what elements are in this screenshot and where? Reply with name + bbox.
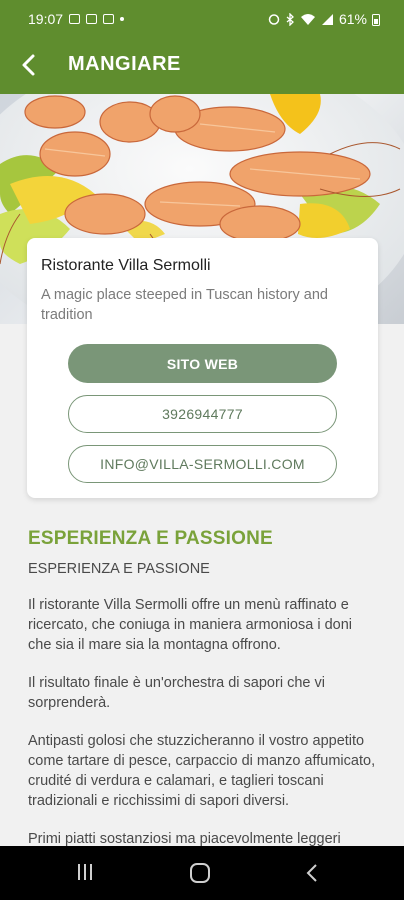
wifi-icon <box>300 14 315 25</box>
alarm-icon <box>268 14 280 25</box>
restaurant-card: Ristorante Villa Sermolli A magic place … <box>27 238 378 498</box>
paragraph: Il ristorante Villa Sermolli offre un me… <box>28 597 353 653</box>
email-button[interactable]: INFO@VILLA-SERMOLLI.COM <box>68 445 337 483</box>
content-section: ESPERIENZA E PASSIONE ESPERIENZA E PASSI… <box>28 528 378 849</box>
paragraph: Antipasti golosi che stuzzicheranno il v… <box>28 733 376 809</box>
monitor-icon <box>86 14 98 24</box>
status-left: 19:07 <box>28 11 125 27</box>
battery-icon <box>372 13 380 26</box>
website-button[interactable]: SITO WEB <box>68 344 337 383</box>
home-icon[interactable] <box>190 863 210 883</box>
signal-icon <box>321 14 333 25</box>
bluetooth-icon <box>286 12 294 26</box>
back-button[interactable] <box>14 50 44 80</box>
status-bar: 19:07 61% <box>0 0 404 38</box>
section-subtitle: ESPERIENZA E PASSIONE <box>28 561 210 577</box>
restaurant-name: Ristorante Villa Sermolli <box>41 257 211 274</box>
page-title: MANGIARE <box>68 53 181 75</box>
arrow-back-icon <box>22 54 35 76</box>
battery-percent: 61% <box>338 11 367 27</box>
app-notification-icon <box>103 14 115 24</box>
gallery-icon <box>69 14 81 24</box>
navigation-bar <box>0 846 404 900</box>
phone-button[interactable]: 3926944777 <box>68 395 337 433</box>
nav-back-icon[interactable] <box>304 862 320 884</box>
section-title: ESPERIENZA E PASSIONE <box>28 528 273 549</box>
restaurant-description: A magic place steeped in Tuscan history … <box>41 287 328 323</box>
paragraph: Il risultato finale è un'orchestra di sa… <box>28 675 325 711</box>
status-right: 61% <box>268 11 380 27</box>
recent-apps-icon[interactable] <box>78 864 92 880</box>
app-bar: MANGIARE <box>0 38 404 94</box>
status-time: 19:07 <box>28 11 64 27</box>
notification-dot-icon <box>120 17 125 21</box>
